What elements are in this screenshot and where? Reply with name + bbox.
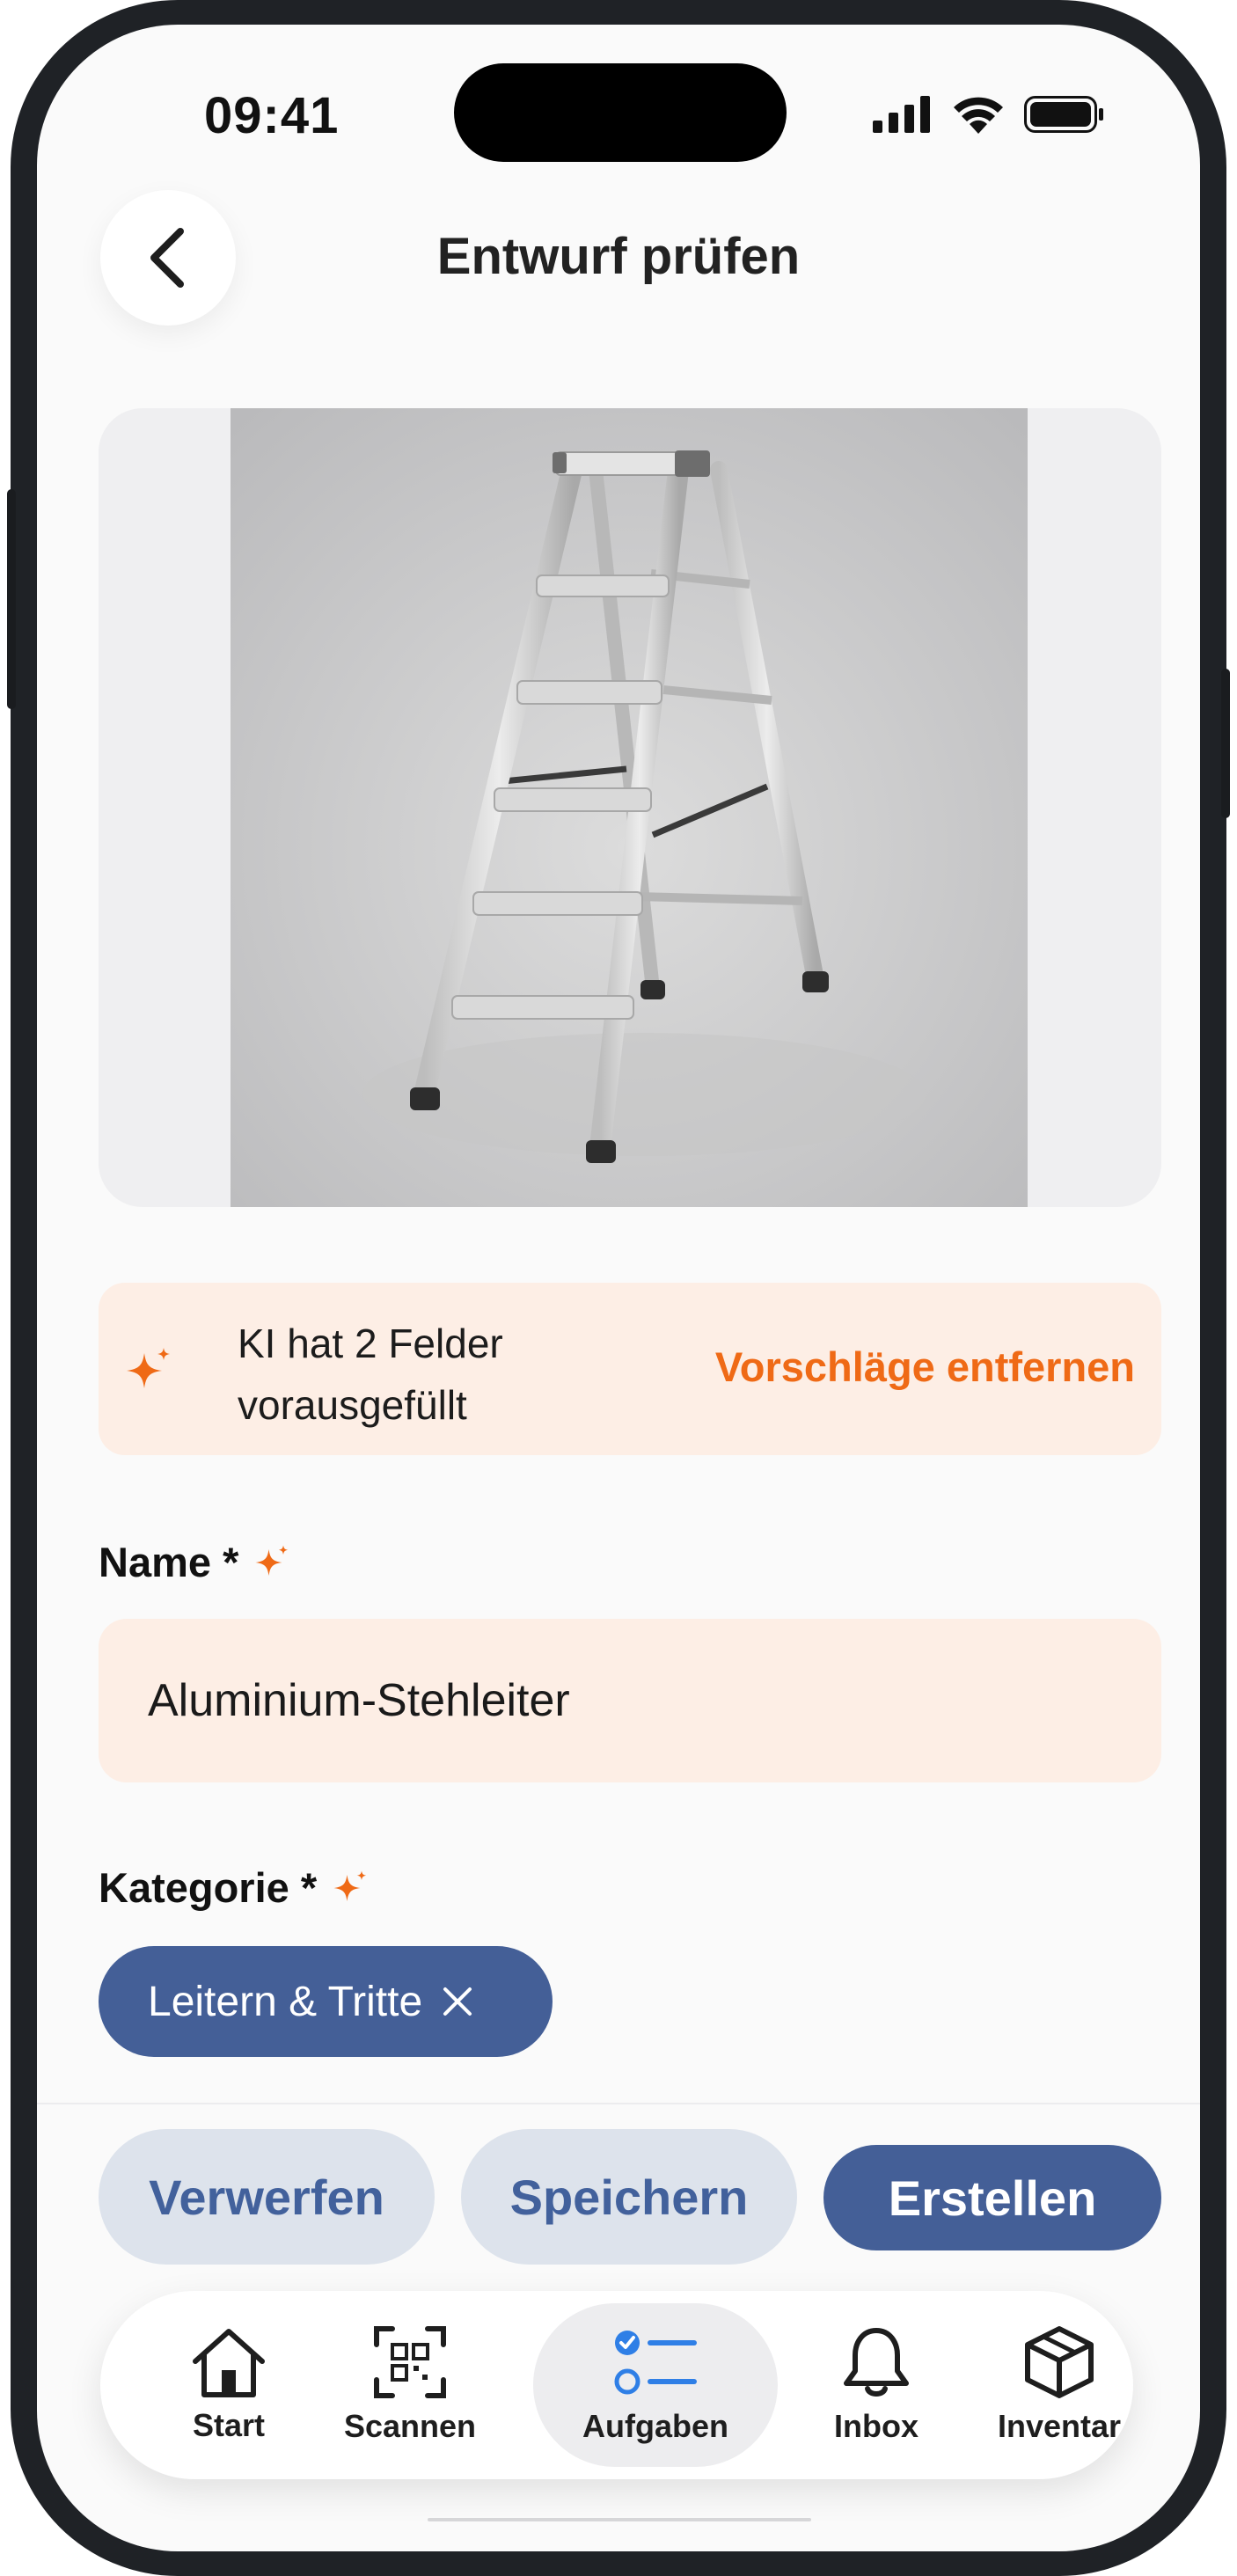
close-icon[interactable] — [442, 1986, 473, 2017]
category-label-row: Kategorie * — [99, 1863, 370, 1912]
discard-button[interactable]: Verwerfen — [99, 2129, 435, 2265]
battery-icon — [1024, 96, 1103, 133]
tab-aufgaben-label: Aufgaben — [582, 2408, 728, 2444]
save-button[interactable]: Speichern — [461, 2129, 797, 2265]
status-time: 09:41 — [204, 87, 340, 144]
tab-inventar[interactable]: Inventar — [971, 2291, 1147, 2479]
product-photo — [231, 408, 1028, 1207]
tab-scannen[interactable]: Scannen — [334, 2291, 486, 2479]
name-input[interactable] — [99, 1619, 1161, 1782]
sparkle-icon — [255, 1545, 289, 1576]
create-button[interactable]: Erstellen — [823, 2145, 1161, 2250]
bottom-tab-bar: Start Scannen Aufgaben Inbox Inventar — [100, 2291, 1133, 2479]
tab-aufgaben[interactable]: Aufgaben — [533, 2291, 778, 2479]
sparkle-icon — [127, 1348, 170, 1388]
ai-prefill-banner: KI hat 2 Felder vorausgefüllt Vorschläge… — [99, 1283, 1161, 1455]
tab-inventar-label: Inventar — [997, 2408, 1122, 2444]
name-label-row: Name * — [99, 1538, 291, 1586]
app-screen: 09:41 Entwurf prüfen KI hat 2 Felder vor… — [37, 25, 1200, 2551]
side-button-right — [1221, 669, 1230, 818]
box-icon — [1025, 2326, 1094, 2398]
ai-banner-line-2: vorausgefüllt — [238, 1382, 467, 1428]
page-title: Entwurf prüfen — [436, 228, 801, 285]
side-button-left — [7, 489, 16, 709]
tab-inbox[interactable]: Inbox — [801, 2291, 952, 2479]
wifi-icon — [954, 97, 1003, 134]
signal-icon — [873, 96, 930, 133]
sparkle-icon — [333, 1870, 367, 1901]
name-label: Name * — [99, 1539, 239, 1585]
bell-icon — [844, 2328, 909, 2397]
status-icons — [873, 95, 1105, 134]
category-label: Kategorie * — [99, 1864, 318, 1911]
qr-scan-icon — [374, 2326, 446, 2398]
tab-start[interactable]: Start — [153, 2291, 304, 2479]
ai-banner-line-1: KI hat 2 Felder — [238, 1321, 503, 1366]
home-indicator — [428, 2518, 811, 2521]
category-chip-label: Leitern & Tritte — [148, 1978, 423, 2025]
checklist-icon — [614, 2331, 697, 2395]
product-photo-card — [99, 408, 1161, 1207]
tab-scannen-label: Scannen — [343, 2408, 477, 2444]
footer-divider — [37, 2103, 1200, 2104]
phone-frame: 09:41 Entwurf prüfen KI hat 2 Felder vor… — [7, 0, 1230, 2576]
ai-banner-text: KI hat 2 Felder vorausgefüllt — [238, 1313, 607, 1436]
remove-suggestions-button[interactable]: Vorschläge entfernen — [715, 1343, 1135, 1391]
tab-inbox-label: Inbox — [834, 2408, 919, 2444]
category-chip[interactable]: Leitern & Tritte — [99, 1946, 553, 2057]
dynamic-island — [454, 63, 787, 162]
tab-start-label: Start — [192, 2407, 266, 2443]
home-icon — [193, 2329, 265, 2397]
